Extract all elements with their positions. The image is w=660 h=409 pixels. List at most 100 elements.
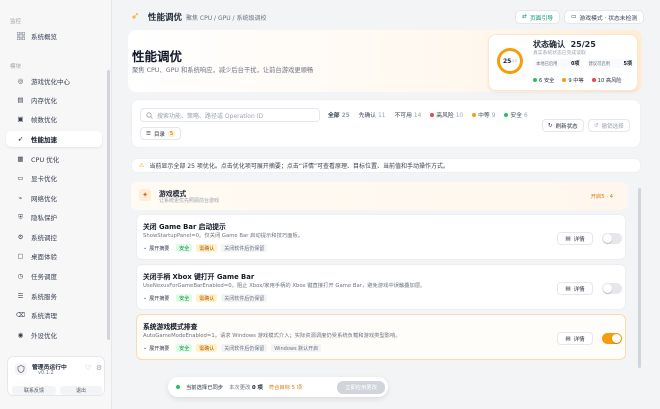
gamepad-icon: ◎ <box>17 77 24 85</box>
tab-high-risk[interactable]: 高风险 10 <box>430 110 463 119</box>
sidebar-item-label: 系统概览 <box>31 33 57 41</box>
clear-selection-button[interactable]: ↺ 撤销选择 <box>588 119 630 132</box>
sidebar-item-memory[interactable]: ▤ 内存优化 <box>6 92 102 108</box>
app-window: 监控 系统概览 模块 ◎ 游戏优化中心 ▤ 内存优化 ▣ 帧数优化 ➶ 性能加速… <box>0 0 660 409</box>
tab-safe[interactable]: 安全 6 <box>504 110 528 119</box>
grid-icon <box>16 32 25 41</box>
sidebar-item-label: 任务调度 <box>31 273 57 281</box>
tag-safe: 安全 <box>176 344 193 352</box>
tag-windows-default: Windows 默认开启 <box>271 344 322 352</box>
detail-button[interactable]: ▤ 详情 <box>557 232 593 245</box>
topbar-title: 性能调优 <box>148 13 183 23</box>
sidebar-item-game-center[interactable]: ◎ 游戏优化中心 <box>6 73 102 89</box>
page-guide-button[interactable]: ⇄ 页面引导 <box>515 10 561 24</box>
search-placeholder: 搜索功能、策略、路径或 Operation ID <box>157 112 264 120</box>
option-item[interactable]: 关闭手柄 Xbox 键打开 Game Bar UseNexusForGameBa… <box>136 264 626 310</box>
breadcrumb: 聚焦 CPU / GPU / 系统级调校 <box>186 15 267 22</box>
tab-medium[interactable]: 中等 9 <box>472 110 495 119</box>
sidebar-scrollbar[interactable] <box>107 70 110 340</box>
option-tags: ⌄ 展开摘要 安全 需确认 关闭软件后仍保留 <box>143 294 268 302</box>
sidebar-item-frame[interactable]: ▣ 帧数优化 <box>6 111 102 127</box>
option-tags: ⌄ 展开摘要 安全 需确认 关闭软件后仍保留 Windows 默认开启 <box>143 344 322 352</box>
apply-changes-button[interactable]: 立即应用更改 <box>337 380 385 394</box>
gpu-icon: ▭ <box>17 174 24 182</box>
sidebar-item-peripheral[interactable]: ◉ 外设优化 <box>6 327 102 343</box>
detail-button[interactable]: ▤ 详情 <box>557 282 593 295</box>
option-toggle[interactable] <box>602 333 622 344</box>
sidebar-item-service[interactable]: ☰ 系统服务 <box>6 288 102 304</box>
service-icon: ☰ <box>17 292 24 300</box>
task-icon: ◷ <box>17 272 24 280</box>
game-mode-status-button[interactable]: ▭ 游戏模式 · 状态未检测 <box>564 10 645 24</box>
tab-all[interactable]: 全部 25 <box>328 110 350 119</box>
option-title: 关闭手柄 Xbox 键打开 Game Bar <box>143 273 255 281</box>
expand-summary-button[interactable]: ⌄ 展开摘要 <box>143 345 169 352</box>
search-input[interactable]: 搜索功能、策略、路径或 Operation ID <box>140 108 320 122</box>
exit-button[interactable]: 退出 <box>60 386 102 395</box>
sidebar-group-monitor: 监控 <box>10 19 22 25</box>
option-title: 系统游戏模式排查 <box>143 323 198 331</box>
option-toggle[interactable] <box>602 233 622 244</box>
status-legend: 6 安全 9 中等 10 高风险 <box>533 77 621 84</box>
sidebar-item-network[interactable]: ⌁ 网络优化 <box>6 190 102 206</box>
sidebar-item-label: 显卡优化 <box>31 175 57 183</box>
ring-total: /25 <box>511 59 517 63</box>
chevron-down-icon: ⌄ <box>143 245 148 251</box>
directory-chip[interactable]: ☰ 目录 5 <box>140 127 182 140</box>
sidebar-item-clean[interactable]: ⌫ 系统清理 <box>6 307 102 323</box>
desktop-icon: ▢ <box>17 252 24 260</box>
undo-icon: ↺ <box>594 122 599 129</box>
sync-label: 当前选择已同步 <box>186 385 224 391</box>
memory-icon: ▤ <box>17 96 24 104</box>
page-subtitle: 聚焦 CPU、GPU 和系统响应，减少后台干扰，让前台游戏更顺畅 <box>132 67 314 74</box>
admin-card: 管理员运行中 v0.1.2 ♡ ⚙ 联系反馈 退出 <box>7 356 105 396</box>
tab-unavailable[interactable]: 不可用 14 <box>394 110 421 119</box>
group-header-game-mode[interactable]: ✦ 游戏模式 让系统更优先照顾前台游戏 开启5 · 4 <box>131 182 627 210</box>
tag-safe: 安全 <box>176 294 193 302</box>
sidebar-item-cpu[interactable]: ▦ CPU 优化 <box>6 151 102 167</box>
legend-high: 10 高风险 <box>591 77 621 84</box>
heart-icon[interactable]: ♡ <box>85 364 91 372</box>
sidebar-item-label: 性能加速 <box>31 136 57 144</box>
sidebar-item-task[interactable]: ◷ 任务调度 <box>6 268 102 284</box>
legend-safe: 6 安全 <box>533 77 554 84</box>
info-notice: ⚠ 当前显示全部 25 项优化。点击优化项可展开摘要；点击“详情”可查看原理、目… <box>131 158 641 173</box>
main-scrollbar[interactable] <box>638 188 641 368</box>
directory-count: 5 <box>167 130 176 137</box>
sidebar-item-label: 隐私保护 <box>31 214 57 222</box>
sidebar-item-tune[interactable]: ⚙ 系统调控 <box>6 229 102 245</box>
ring-value: 25 <box>503 57 512 65</box>
tag-confirm: 需确认 <box>196 244 218 252</box>
refresh-status-button[interactable]: ↻ 刷新状态 <box>542 119 584 132</box>
option-toggle[interactable] <box>602 283 622 294</box>
option-item[interactable]: 关闭 Game Bar 启动提示 ShowStartupPanel=0。仅关闭 … <box>136 214 626 260</box>
group-count: 开启5 · 4 <box>590 194 613 200</box>
sidebar-item-gpu[interactable]: ▭ 显卡优化 <box>6 170 102 186</box>
detail-button[interactable]: ▤ 详情 <box>557 332 593 345</box>
sidebar-item-performance[interactable]: ➶ 性能加速 <box>6 131 102 147</box>
chevron-down-icon: ⌄ <box>143 295 148 301</box>
shield-icon <box>15 363 27 375</box>
topbar: ➶ 性能调优 聚焦 CPU / GPU / 系统级调校 ⇄ 页面引导 ▭ 游戏模… <box>118 0 646 36</box>
page-title: 性能调优 <box>132 49 183 64</box>
guide-icon: ⇄ <box>522 14 527 20</box>
gear-icon[interactable]: ⚙ <box>96 364 102 372</box>
sidebar-item-privacy[interactable]: ⛨ 隐私保护 <box>6 209 102 225</box>
refresh-icon: ↻ <box>548 122 553 129</box>
toggle-knob <box>603 284 612 293</box>
sidebar-item-desktop[interactable]: ▢ 桌面体验 <box>6 248 102 264</box>
expand-summary-button[interactable]: ⌄ 展开摘要 <box>143 245 169 252</box>
sidebar-item-label: 系统服务 <box>31 293 57 301</box>
list-icon: ☰ <box>146 130 151 137</box>
feedback-button[interactable]: 联系反馈 <box>12 386 56 395</box>
tag-confirm: 需确认 <box>196 294 218 302</box>
sidebar-group-module: 模块 <box>10 64 22 70</box>
sidebar-item-overview[interactable]: 系统概览 <box>6 28 102 44</box>
option-tags: ⌄ 展开摘要 安全 需确认 关闭软件后仍保留 <box>143 244 268 252</box>
expand-summary-button[interactable]: ⌄ 展开摘要 <box>143 295 169 302</box>
tab-confirm[interactable]: 先确认 11 <box>359 110 386 119</box>
sidebar-item-label: 桌面体验 <box>31 253 57 261</box>
option-item[interactable]: 系统游戏模式排查 AutoGameModeEnabled=1。请求 Window… <box>136 314 626 360</box>
chevron-down-icon: ⌄ <box>143 345 148 351</box>
tag-persist: 关闭软件后仍保留 <box>221 244 268 252</box>
